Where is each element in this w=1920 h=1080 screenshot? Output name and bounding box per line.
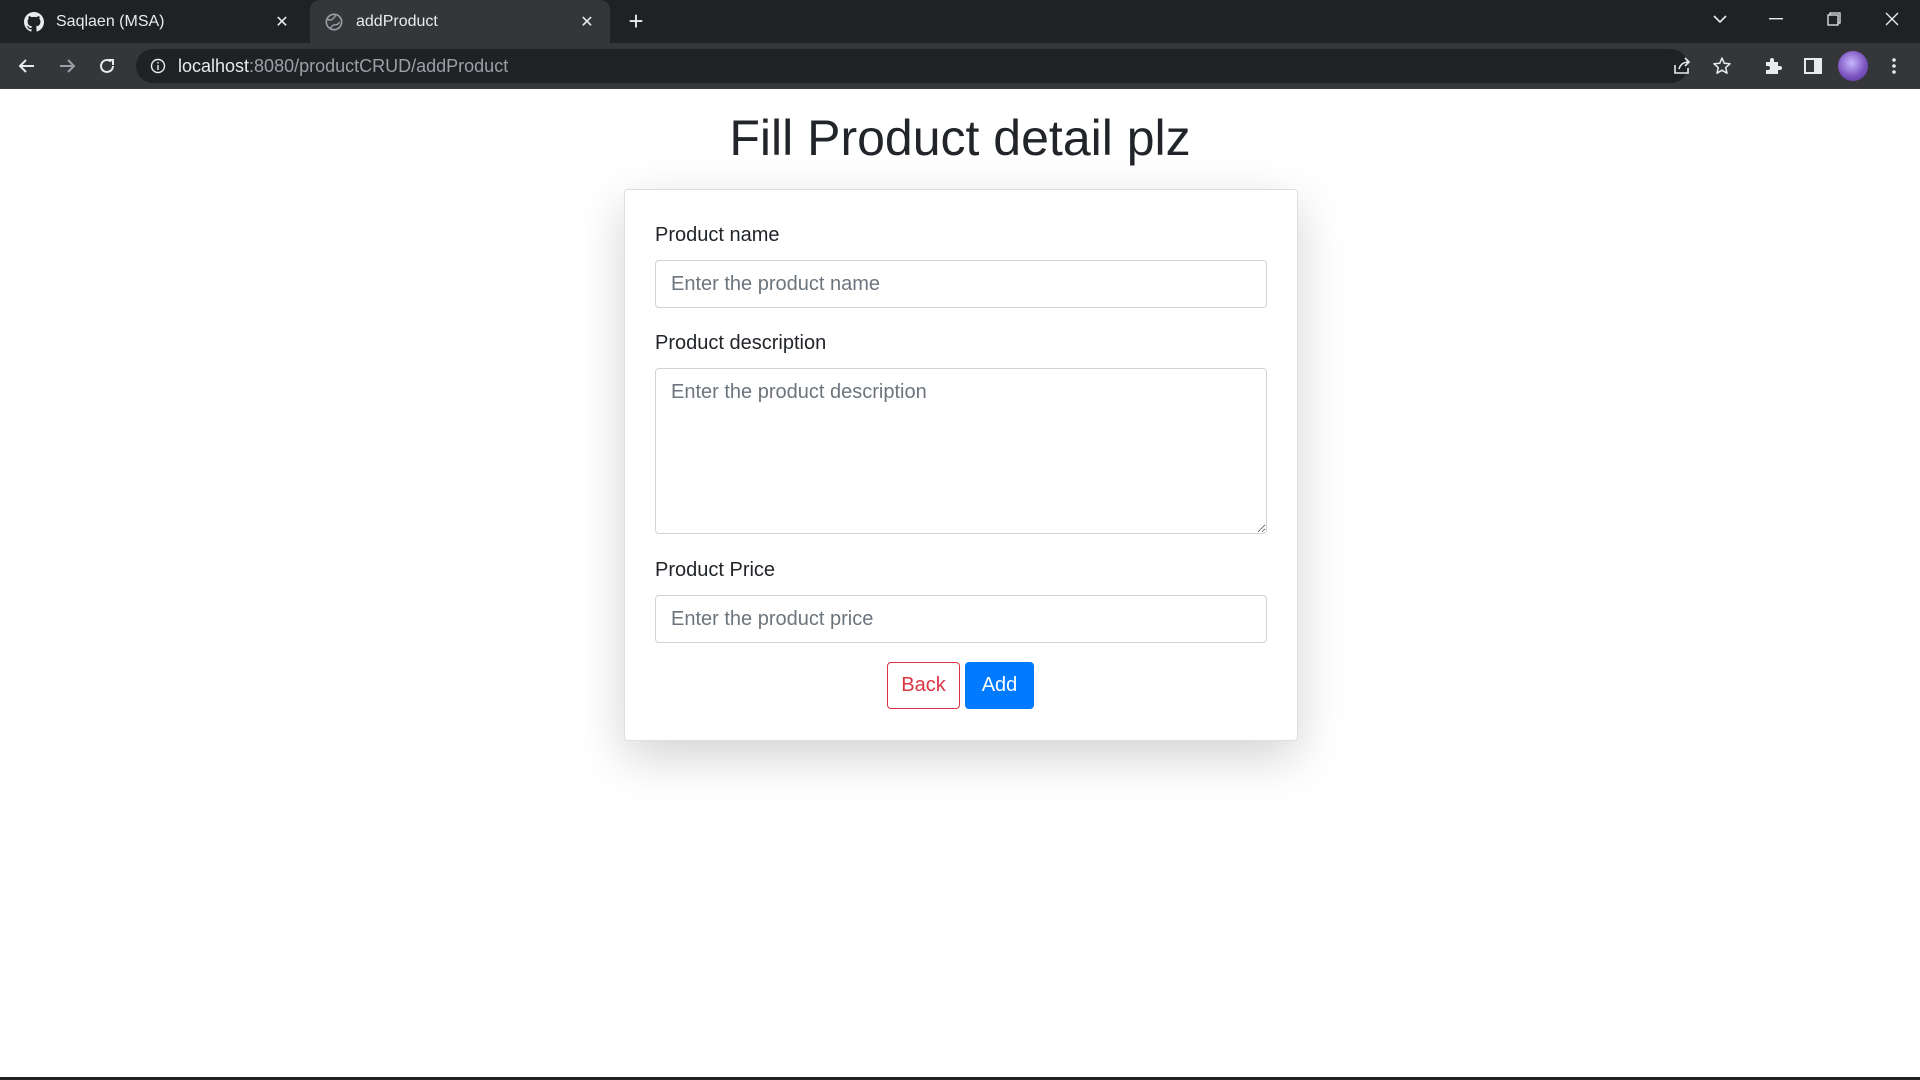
new-tab-button[interactable]: + [622,8,650,35]
tab-saqlaen[interactable]: Saqlaen (MSA) ✕ [10,0,305,43]
product-description-textarea[interactable] [655,368,1267,534]
tab-title: Saqlaen (MSA) [56,12,165,30]
close-window-icon[interactable] [1864,0,1920,38]
minimize-icon[interactable] [1748,0,1804,38]
product-price-input[interactable] [655,595,1267,643]
restore-icon[interactable] [1806,0,1862,38]
menu-kebab-icon[interactable] [1878,50,1910,82]
side-panel-icon[interactable] [1797,50,1829,82]
product-name-label: Product name [655,224,780,246]
url-path: :8080/productCRUD/addProduct [249,55,509,76]
github-icon [24,11,44,32]
profile-avatar[interactable] [1838,51,1868,81]
reload-icon[interactable] [91,50,123,82]
add-button[interactable]: Add [965,662,1034,709]
close-tab-icon[interactable]: ✕ [576,11,598,33]
product-name-input[interactable] [655,260,1267,308]
tab-addproduct[interactable]: addProduct ✕ [310,0,610,43]
page-content: Fill Product detail plz Product name Pro… [0,89,1920,1078]
share-icon[interactable] [1666,50,1698,82]
back-arrow-icon[interactable] [11,50,43,82]
product-description-label: Product description [655,332,827,354]
address-bar[interactable]: localhost:8080/productCRUD/addProduct [136,49,1688,83]
bookmark-star-icon[interactable] [1706,50,1738,82]
browser-titlebar: Saqlaen (MSA) ✕ addProduct ✕ + [0,0,1920,43]
tab-search-chevron-icon[interactable] [1692,0,1748,38]
back-button[interactable]: Back [887,662,960,709]
tab-title: addProduct [356,12,438,30]
site-info-icon[interactable] [150,58,166,74]
page-title: Fill Product detail plz [729,110,1191,166]
url-host: localhost [178,55,250,76]
product-form-card: Product name Product description Product… [624,189,1298,741]
globe-icon [324,12,344,32]
product-price-label: Product Price [655,559,776,581]
extensions-puzzle-icon[interactable] [1757,50,1789,82]
close-tab-icon[interactable]: ✕ [271,11,293,33]
forward-arrow-icon[interactable] [51,50,83,82]
browser-toolbar: localhost:8080/productCRUD/addProduct [0,43,1920,89]
